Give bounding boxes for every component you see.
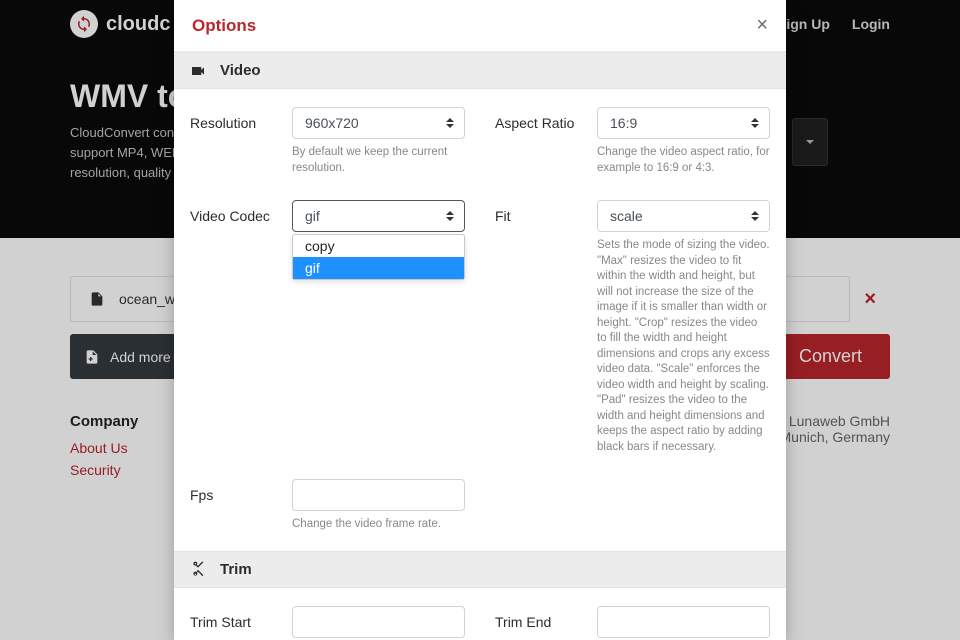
fps-label: Fps [190, 479, 284, 533]
video-icon [190, 63, 206, 79]
trim-end-input[interactable] [597, 606, 770, 638]
codec-label: Video Codec [190, 200, 284, 455]
fit-label: Fit [495, 200, 589, 455]
codec-option-gif[interactable]: gif [293, 257, 464, 279]
resolution-select[interactable]: 960x720 [292, 107, 465, 139]
aspect-select[interactable]: 16:9 [597, 107, 770, 139]
aspect-help: Change the video aspect ratio, for examp… [597, 145, 770, 176]
trim-start-input[interactable] [292, 606, 465, 638]
resolution-label: Resolution [190, 107, 284, 176]
fit-select[interactable]: scale [597, 200, 770, 232]
resolution-help: By default we keep the current resolutio… [292, 145, 465, 176]
fit-help: Sets the mode of sizing the video. "Max"… [597, 238, 770, 455]
codec-select[interactable]: gif [292, 200, 465, 232]
codec-option-copy[interactable]: copy [293, 235, 464, 257]
scissors-icon [190, 561, 206, 577]
fps-input[interactable] [292, 479, 465, 511]
section-video-header: Video [174, 52, 786, 89]
options-modal: Options × Video Resolution 960x720 By de… [174, 0, 786, 640]
aspect-label: Aspect Ratio [495, 107, 589, 176]
section-trim-header: Trim [174, 551, 786, 588]
codec-dropdown: copy gif [292, 234, 465, 280]
trim-start-label: Trim Start [190, 606, 284, 640]
modal-title: Options [192, 16, 256, 36]
trim-end-label: Trim End [495, 606, 589, 640]
fps-help: Change the video frame rate. [292, 517, 465, 533]
modal-close-button[interactable]: × [756, 14, 768, 37]
